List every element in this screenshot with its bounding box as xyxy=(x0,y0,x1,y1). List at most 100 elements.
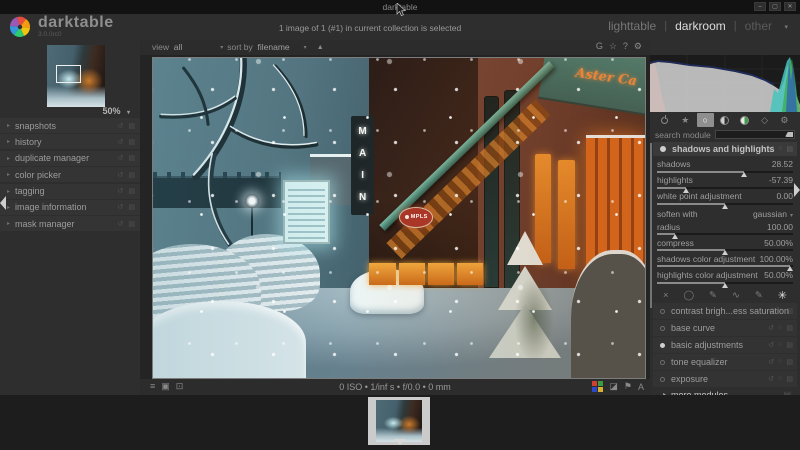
tab-darkroom[interactable]: darkroom xyxy=(675,19,726,33)
softproof-icon[interactable]: ⚑ xyxy=(624,381,632,392)
module-tone-equalizer[interactable]: tone equalizer ↺○▤ xyxy=(653,354,797,370)
tab-lighttable[interactable]: lighttable xyxy=(608,19,656,33)
chevron-down-icon[interactable]: ▾ xyxy=(304,44,307,51)
tab-other[interactable]: other xyxy=(745,19,772,33)
raw-overexposed-icon[interactable] xyxy=(592,381,603,392)
navigation-zoom-region[interactable] xyxy=(56,65,82,84)
basic-group-icon[interactable] xyxy=(716,113,733,127)
falling-snow-overlay xyxy=(153,58,645,378)
correction-group-icon[interactable]: ◇ xyxy=(756,113,773,127)
right-panel-scrollbar[interactable] xyxy=(650,143,652,308)
chevron-down-icon[interactable]: ▾ xyxy=(220,44,223,51)
module-shadows-and-highlights-header[interactable]: shadows and highlights ↺ ○ ▤ xyxy=(653,142,797,156)
presets-icon: ▤ xyxy=(786,324,793,332)
help-icon[interactable]: ? xyxy=(623,41,628,52)
presets-icon: ▤ xyxy=(786,358,793,366)
favorites-star-icon[interactable]: ★ xyxy=(677,113,694,127)
slider-shadows[interactable]: shadows28.52 xyxy=(653,158,797,174)
drawn-parametric-mask-icon[interactable]: ✎ xyxy=(755,290,763,301)
left-panel: 50% ▾ ▸ snapshots ↺▤ ▸ history ↺▤ ▸ dupl… xyxy=(0,40,140,395)
zoom-level[interactable]: 50% ▾ xyxy=(102,106,134,116)
reset-icon[interactable]: ↺ xyxy=(118,138,124,146)
presets-icon[interactable]: ▤ xyxy=(128,220,135,228)
presets-icon[interactable]: ▤ xyxy=(128,187,135,195)
multi-instance-icon: ↺ xyxy=(768,324,774,332)
filmstrip-thumbnail-selected[interactable] xyxy=(368,397,430,445)
slider-shadows-color-adjustment[interactable]: shadows color adjustment100.00% xyxy=(653,253,797,269)
panel-history[interactable]: ▸ history ↺▤ xyxy=(0,134,140,149)
sort-direction-button[interactable]: ▲ xyxy=(317,44,324,51)
sort-select[interactable]: filename xyxy=(258,42,290,52)
preferences-gear-icon[interactable]: ⚙ xyxy=(634,41,642,52)
drawn-mask-icon[interactable]: ✎ xyxy=(709,290,717,301)
histogram[interactable] xyxy=(650,55,800,112)
panel-color-picker[interactable]: ▸ color picker ↺▤ xyxy=(0,167,140,182)
raster-mask-icon[interactable]: ✳ xyxy=(778,289,787,302)
presets-icon[interactable]: ▤ xyxy=(128,203,135,211)
presets-icon[interactable]: ▤ xyxy=(128,122,135,130)
overlays-icon[interactable]: ☆ xyxy=(609,41,617,52)
module-enabled-icon[interactable] xyxy=(660,146,666,152)
slider-highlights-color-adjustment[interactable]: highlights color adjustment50.00% xyxy=(653,269,797,285)
blend-off-icon[interactable]: × xyxy=(663,290,669,301)
module-power-icon[interactable] xyxy=(660,309,665,314)
slider-white-point-adjustment[interactable]: white point adjustment0.00 xyxy=(653,190,797,206)
filmstrip-collapse-arrow[interactable] xyxy=(394,439,406,445)
panel-tagging[interactable]: ▸ tagging ↺▤ xyxy=(0,184,140,199)
slider-compress[interactable]: compress50.00% xyxy=(653,237,797,253)
module-power-icon[interactable] xyxy=(660,377,665,382)
panel-mask-manager[interactable]: ▸ mask manager ↺▤ xyxy=(0,216,140,231)
active-group-icon[interactable]: ○ xyxy=(697,113,714,127)
chevron-down-icon: ▾ xyxy=(790,213,793,219)
edited-image-canvas[interactable]: Aster Ca M A I N MPLS xyxy=(152,57,646,379)
reset-icon[interactable]: ↺ xyxy=(118,220,124,228)
navigation-thumbnail[interactable] xyxy=(47,45,105,107)
module-power-tab[interactable] xyxy=(657,113,674,127)
view-tabs: lighttable | darkroom | other xyxy=(608,19,772,33)
presets-icon[interactable]: ▤ xyxy=(128,138,135,146)
grouping-icon[interactable]: G xyxy=(596,41,603,52)
search-toggle-icon[interactable] xyxy=(785,132,793,137)
parametric-mask-icon[interactable]: ∿ xyxy=(732,290,740,301)
reset-icon[interactable]: ↺ xyxy=(118,171,124,179)
presets-icon[interactable]: ▤ xyxy=(128,171,135,179)
maximize-button[interactable]: ▢ xyxy=(769,2,781,11)
slider-highlights[interactable]: highlights-57.39 xyxy=(653,174,797,190)
reset-icon[interactable]: ○ xyxy=(778,145,782,153)
app-logo: darktable 3.0.0rc0 xyxy=(8,15,114,39)
window-controls: – ▢ ✕ xyxy=(754,2,796,11)
collapse-right-panel-arrow[interactable] xyxy=(794,183,800,197)
module-base-curve[interactable]: base curve ↺○▤ xyxy=(653,320,797,336)
minimize-button[interactable]: – xyxy=(754,2,766,11)
chevron-down-icon: ▾ xyxy=(127,110,130,116)
module-contrast-brightness-saturation[interactable]: contrast brigh...ess saturation ↺○▤ xyxy=(653,303,797,319)
blend-uniformly-icon[interactable]: ◯ xyxy=(683,290,694,301)
reset-icon[interactable]: ↺ xyxy=(118,187,124,195)
reset-icon[interactable]: ↺ xyxy=(118,154,124,162)
module-basic-adjustments[interactable]: basic adjustments ↺○▤ xyxy=(653,337,797,353)
presets-icon: ▤ xyxy=(786,307,793,315)
panel-duplicate-manager[interactable]: ▸ duplicate manager ↺▤ xyxy=(0,151,140,166)
collection-status: 1 image of 1 (#1) in current collection … xyxy=(140,23,600,33)
collapse-left-panel-arrow[interactable] xyxy=(0,196,6,210)
view-filter-select[interactable]: all xyxy=(174,42,183,52)
chevron-down-icon[interactable]: ▾ xyxy=(784,23,788,31)
effects-group-icon[interactable]: ⚙ xyxy=(776,113,793,127)
module-search-input[interactable] xyxy=(715,130,795,139)
close-button[interactable]: ✕ xyxy=(784,2,796,11)
gamut-check-icon[interactable]: A xyxy=(638,382,644,392)
overexposed-icon[interactable]: ◪ xyxy=(609,381,618,392)
panel-image-information[interactable]: ▸ image information ↺▤ xyxy=(0,200,140,215)
presets-icon[interactable]: ▤ xyxy=(786,145,793,153)
reset-icon[interactable]: ↺ xyxy=(118,122,124,130)
module-exposure[interactable]: exposure ↺○▤ xyxy=(653,371,797,387)
multi-instance-icon[interactable]: ↺ xyxy=(768,145,774,153)
panel-snapshots[interactable]: ▸ snapshots ↺▤ xyxy=(0,118,140,133)
slider-radius[interactable]: radius100.00 xyxy=(653,221,797,237)
presets-icon[interactable]: ▤ xyxy=(128,154,135,162)
reset-icon[interactable]: ↺ xyxy=(118,203,124,211)
color-group-icon[interactable] xyxy=(736,113,753,127)
module-power-icon[interactable] xyxy=(660,360,665,365)
module-power-icon[interactable] xyxy=(660,343,665,348)
module-power-icon[interactable] xyxy=(660,326,665,331)
